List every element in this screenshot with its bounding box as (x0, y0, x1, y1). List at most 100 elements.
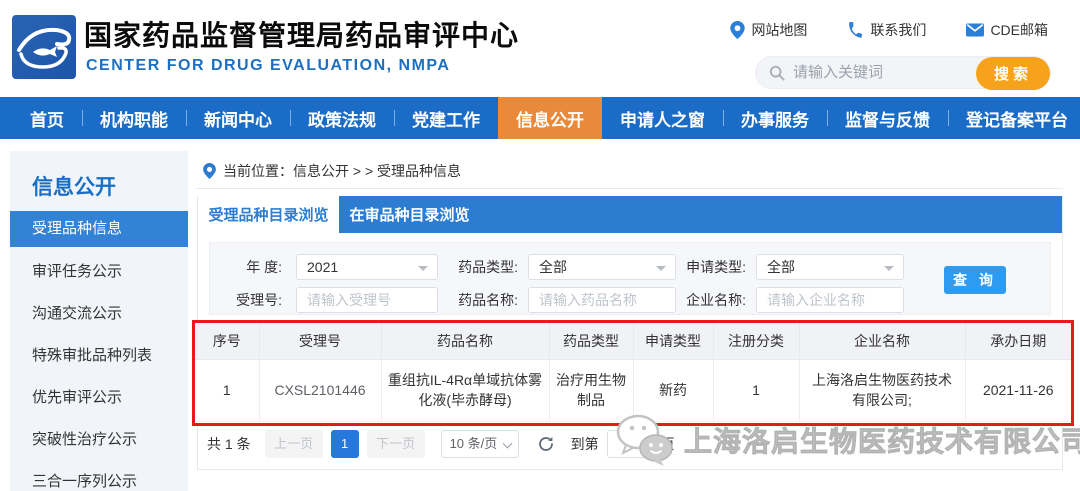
header: 国家药品监督管理局药品审评中心 CENTER FOR DRUG EVALUATI… (0, 0, 1080, 97)
nav-item-policy[interactable]: 政策法规 (290, 97, 394, 139)
location-pin-icon (730, 21, 746, 39)
pagination-total: 共 1 条 (207, 436, 251, 452)
cell-company: 上海洛启生物医药技术有限公司; (799, 359, 966, 422)
next-page-button[interactable]: 下一页 (366, 430, 425, 458)
col-header-accept-no: 受理号 (259, 323, 382, 360)
main-nav: 首页 机构职能 新闻中心 政策法规 党建工作 信息公开 申请人之窗 办事服务 监… (0, 97, 1080, 139)
breadcrumb-text: 当前位置：信息公开 > > 受理品种信息 (223, 163, 462, 179)
site-title: 国家药品监督管理局药品审评中心 (84, 20, 520, 51)
envelope-icon (966, 23, 985, 37)
search-icon (769, 65, 785, 81)
drug-name-label: 药品名称: (458, 292, 518, 308)
nav-item-home[interactable]: 首页 (12, 97, 82, 139)
table-header-row: 序号 受理号 药品名称 药品类型 申请类型 注册分类 企业名称 承办日期 (195, 323, 1071, 360)
tab-strip: 受理品种目录浏览 在审品种目录浏览 (198, 196, 1062, 233)
sidebar-item-three-in-one[interactable]: 三合一序列公示 (10, 461, 188, 491)
pagination: 共 1 条 上一页 1 下一页 10 条/页 到第 页 (207, 430, 675, 458)
prev-page-button[interactable]: 上一页 (264, 430, 323, 458)
table-row[interactable]: 1 CXSL2101446 重组抗IL-4Rα单域抗体雾化液(毕赤酵母) 治疗用… (195, 359, 1071, 422)
cell-apply-type: 新药 (633, 359, 714, 422)
top-links: 网站地图 联系我们 CDE邮箱 (730, 20, 1048, 40)
company-name-input[interactable] (756, 287, 904, 313)
page-size-select[interactable]: 10 条/页 (440, 430, 519, 458)
results-table: 序号 受理号 药品名称 药品类型 申请类型 注册分类 企业名称 承办日期 1 C… (195, 323, 1071, 422)
accept-no-label: 受理号: (236, 292, 282, 308)
cde-mail-link[interactable]: CDE邮箱 (966, 20, 1048, 40)
nav-item-party[interactable]: 党建工作 (394, 97, 498, 139)
nav-item-applicant-window[interactable]: 申请人之窗 (602, 97, 723, 139)
cell-drug-type: 治疗用生物制品 (549, 359, 634, 422)
apply-type-label: 申请类型: (686, 259, 746, 275)
col-header-date: 承办日期 (965, 323, 1071, 360)
sidebar-item-breakthrough-therapy[interactable]: 突破性治疗公示 (10, 419, 188, 461)
drug-name-input[interactable] (528, 287, 676, 313)
company-name-label: 企业名称: (686, 292, 746, 308)
drug-type-select[interactable]: 全部 (528, 254, 676, 280)
cde-logo (12, 15, 76, 79)
cell-seq: 1 (195, 359, 260, 422)
drug-type-label: 药品类型: (458, 259, 518, 275)
contact-us-link[interactable]: 联系我们 (847, 20, 926, 40)
drug-type-select-value: 全部 (539, 259, 567, 275)
highlighted-results-table: 序号 受理号 药品名称 药品类型 申请类型 注册分类 企业名称 承办日期 1 C… (192, 320, 1074, 426)
page: 国家药品监督管理局药品审评中心 CENTER FOR DRUG EVALUATI… (0, 0, 1080, 491)
header-search-bar: 搜索 (755, 56, 1051, 90)
col-header-seq: 序号 (195, 323, 260, 360)
cde-mail-link-label: CDE邮箱 (990, 22, 1048, 38)
apply-type-select[interactable]: 全部 (756, 254, 904, 280)
breadcrumb-divider (197, 188, 1063, 189)
site-subtitle: CENTER FOR DRUG EVALUATION, NMPA (86, 57, 451, 74)
caret-down-icon (884, 266, 894, 271)
goto-page-label: 到第 (570, 436, 599, 452)
goto-page-suffix: 页 (660, 436, 675, 452)
chevron-down-icon (502, 438, 513, 449)
col-header-apply-type: 申请类型 (633, 323, 714, 360)
nav-item-news[interactable]: 新闻中心 (186, 97, 290, 139)
cell-date: 2021-11-26 (965, 359, 1071, 422)
goto-page-input[interactable] (606, 430, 653, 458)
caret-down-icon (418, 266, 428, 271)
keyword-search-input[interactable] (793, 64, 963, 81)
refresh-icon (538, 436, 553, 451)
apply-type-select-value: 全部 (767, 259, 795, 275)
tab-accepted-catalog[interactable]: 受理品种目录浏览 (198, 196, 339, 233)
nav-item-info-disclosure[interactable]: 信息公开 (498, 97, 602, 139)
year-label: 年 度: (246, 259, 282, 275)
col-header-reg-class: 注册分类 (713, 323, 800, 360)
sidebar-item-special-approval[interactable]: 特殊审批品种列表 (10, 335, 188, 377)
sitemap-link-label: 网站地图 (751, 22, 808, 38)
accept-no-input[interactable] (296, 287, 438, 313)
breadcrumb: 当前位置：信息公开 > > 受理品种信息 (203, 161, 461, 181)
nav-item-functions[interactable]: 机构职能 (82, 97, 186, 139)
query-button[interactable]: 查 询 (944, 266, 1006, 294)
col-header-drug-type: 药品类型 (549, 323, 634, 360)
sidebar-item-priority-review[interactable]: 优先审评公示 (10, 377, 188, 419)
col-header-company: 企业名称 (799, 323, 966, 360)
phone-icon (849, 21, 863, 38)
search-button[interactable]: 搜索 (976, 57, 1050, 90)
year-select-value: 2021 (307, 259, 339, 275)
sidebar-item-communication[interactable]: 沟通交流公示 (10, 293, 188, 335)
sitemap-link[interactable]: 网站地图 (730, 20, 807, 40)
cde-logo-swoosh-icon (17, 27, 72, 69)
sidebar: 信息公开 受理品种信息 审评任务公示 沟通交流公示 特殊审批品种列表 优先审评公… (10, 151, 188, 491)
nav-item-registration-platform[interactable]: 登记备案平台 (948, 97, 1080, 139)
breadcrumb-pin-icon (203, 163, 216, 179)
page-size-value: 10 条/页 (449, 436, 498, 451)
sidebar-title: 信息公开 (32, 176, 116, 199)
year-select[interactable]: 2021 (296, 254, 438, 280)
cell-reg-class: 1 (713, 359, 800, 422)
col-header-drug-name: 药品名称 (381, 323, 550, 360)
nav-item-services[interactable]: 办事服务 (723, 97, 827, 139)
sidebar-item-review-tasks[interactable]: 审评任务公示 (10, 251, 188, 293)
tab-under-review-catalog[interactable]: 在审品种目录浏览 (339, 196, 480, 233)
sidebar-item-accepted-varieties[interactable]: 受理品种信息 (10, 211, 188, 247)
contact-us-link-label: 联系我们 (870, 22, 927, 38)
page-number-1[interactable]: 1 (330, 430, 359, 458)
filter-box: 年 度: 2021 药品类型: 全部 申请类型: 全部 查 询 受理号: 药品名… (209, 242, 1051, 315)
cell-drug-name: 重组抗IL-4Rα单域抗体雾化液(毕赤酵母) (381, 359, 550, 422)
cell-accept-no: CXSL2101446 (259, 359, 382, 422)
refresh-button[interactable] (537, 435, 555, 453)
caret-down-icon (656, 266, 666, 271)
nav-item-supervision[interactable]: 监督与反馈 (827, 97, 948, 139)
